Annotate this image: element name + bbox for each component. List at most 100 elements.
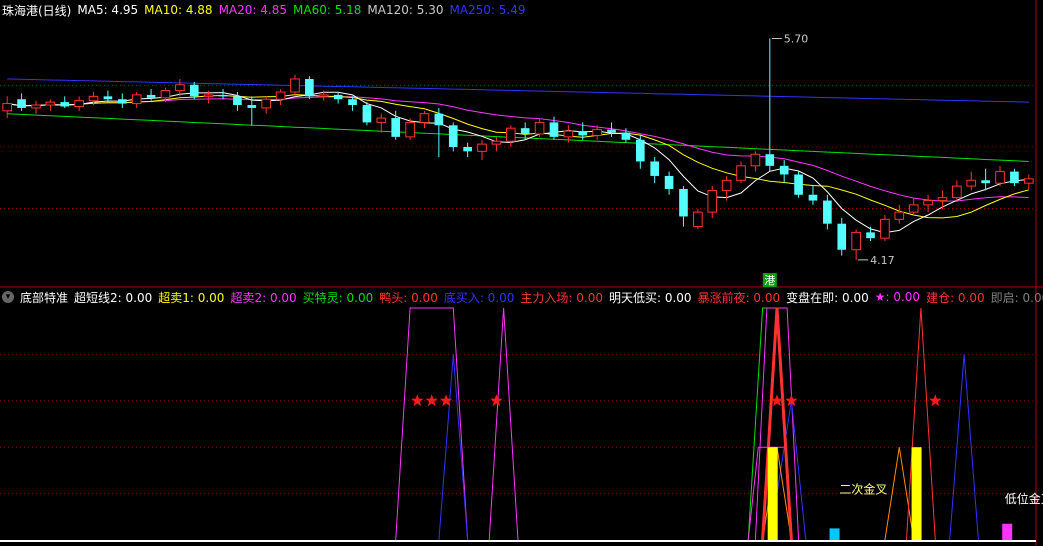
- candle-body-down: [391, 118, 401, 137]
- ma-legend-item-5: MA250: 5.49: [449, 3, 526, 17]
- chart-canvas[interactable]: 5.70 4.17 港二次金叉低位金叉: [0, 0, 1043, 546]
- indicator-legend-item-8: 暴涨前夜: 0.00: [697, 290, 781, 305]
- indicator-legend-item-4: 鸭头: 0.00: [379, 290, 438, 305]
- candle-body-down: [348, 99, 357, 106]
- candle-body-up: [175, 84, 185, 92]
- candle-body-down: [17, 99, 26, 108]
- indicator-legend-item-12: 即启: 0.00: [990, 290, 1043, 305]
- candle-body-up: [318, 94, 329, 97]
- indicator-legend-item-7: 明天低买: 0.00: [608, 290, 692, 305]
- indicator-bar: [829, 528, 840, 540]
- candle-body-up: [966, 179, 977, 187]
- signal-star: [490, 394, 503, 407]
- signal-star: [929, 394, 942, 407]
- candle-body-down: [837, 223, 847, 250]
- candle-body-up: [721, 179, 732, 191]
- candle-body-down: [808, 194, 818, 201]
- ma5-line: [7, 91, 1029, 234]
- collapse-icon[interactable]: ▾: [2, 291, 14, 303]
- indicator-legend-item-10: ★: 0.00: [874, 290, 921, 304]
- indicator-legend-item-6: 主力入场: 0.00: [520, 290, 603, 305]
- candle-body-up: [505, 127, 516, 142]
- ma10-line: [7, 94, 1029, 219]
- indicator-label-1: 低位金叉: [1005, 491, 1043, 506]
- candle-body-down: [679, 188, 688, 217]
- candle-body-down: [448, 125, 458, 147]
- indicator-peak-line: [438, 354, 469, 541]
- candle-body-up: [995, 171, 1005, 184]
- signal-star: [411, 394, 424, 407]
- candle-body-up: [405, 121, 415, 138]
- candle-body-up: [693, 211, 703, 228]
- candle-body-up: [203, 94, 214, 97]
- candle-body-down: [779, 165, 789, 175]
- candle-body-down: [434, 113, 444, 126]
- candle-body-down: [823, 200, 832, 224]
- candle-body-up: [894, 211, 905, 220]
- indicator-bar: [911, 447, 922, 540]
- candle-body-down: [794, 174, 803, 195]
- indicator-legend-item-9: 变盘在即: 0.00: [786, 290, 869, 305]
- candle-body-up: [908, 204, 919, 213]
- price-legend: 珠海港(日线) MA5: 4.95 MA10: 4.88 MA20: 4.85 MA6…: [2, 2, 532, 18]
- candle-body-up: [419, 113, 430, 123]
- candle-body-down: [233, 96, 242, 106]
- ma-legend-item-4: MA120: 5.30: [367, 3, 444, 17]
- candle-body-down: [621, 132, 631, 140]
- candle-body-up: [290, 78, 300, 93]
- ma20-line: [7, 96, 1029, 202]
- price-annotation-0: 5.70: [784, 32, 809, 45]
- indicator-legend: ▾ 底部特准 超短线2: 0.00 超卖1: 0.00 超卖2: 0.00 买特灵: …: [2, 289, 1043, 305]
- indicator-peak-line: [395, 307, 469, 541]
- indicator-bar: [767, 447, 778, 540]
- ma250-line: [7, 78, 1029, 103]
- candle-body-up: [131, 94, 142, 105]
- candle-body-up: [534, 121, 545, 135]
- candle-body-up: [750, 153, 761, 167]
- ma-legend-item-0: MA5: 4.95: [77, 3, 139, 17]
- candle-body-down: [578, 131, 588, 136]
- candle-body-up: [45, 101, 56, 106]
- candle-body-down: [362, 105, 372, 123]
- candle-body-down: [189, 84, 199, 97]
- candle-body-down: [218, 94, 228, 97]
- indicator-label-0: 二次金叉: [839, 482, 887, 497]
- candle-body-down: [520, 128, 530, 134]
- candle-body-up: [851, 231, 861, 251]
- candle-body-down: [60, 102, 70, 107]
- candle-body-down: [463, 147, 472, 152]
- candle-body-up: [592, 129, 602, 136]
- candle-body-up: [2, 103, 13, 112]
- stock-chart-window: 5.70 4.17 港二次金叉低位金叉 珠海港(日线) MA5: 4.95 MA10:…: [0, 0, 1043, 546]
- candle-body-down: [664, 175, 674, 189]
- indicator-bar: [1002, 523, 1013, 540]
- candle-body-up: [376, 117, 387, 123]
- candle-body-up: [1023, 178, 1034, 184]
- ma60-line: [7, 113, 1029, 162]
- indicator-legend-item-1: 超卖1: 0.00: [158, 290, 225, 305]
- candle-body-up: [491, 140, 502, 145]
- indicator-legend-item-2: 超卖2: 0.00: [230, 290, 297, 305]
- candle-body-up: [88, 95, 99, 102]
- candle-body-up: [31, 104, 41, 109]
- candle-body-up: [477, 143, 487, 152]
- candle-body-down: [549, 122, 559, 137]
- stock-title: 珠海港(日线): [2, 3, 72, 18]
- candle-body-up: [923, 200, 933, 206]
- candle-body-down: [981, 180, 990, 184]
- candle-body-down: [765, 154, 775, 166]
- candle-body-up: [563, 130, 574, 138]
- indicator-legend-item-11: 建仓: 0.00: [926, 290, 985, 305]
- indicator-title: 底部特准: [20, 290, 69, 305]
- candle-body-down: [866, 232, 875, 239]
- candle-body-up: [736, 165, 746, 181]
- candle-body-down: [333, 94, 343, 100]
- candle-body-up: [880, 218, 890, 239]
- candle-body-down: [305, 78, 314, 97]
- candle-body-down: [607, 129, 616, 133]
- indicator-legend-item-3: 买特灵: 0.00: [302, 290, 374, 305]
- candle-body-down: [635, 139, 645, 162]
- marker-badge-label: 港: [764, 274, 775, 287]
- candle-body-up: [937, 197, 948, 202]
- ma-legend-item-3: MA60: 5.18: [293, 3, 362, 17]
